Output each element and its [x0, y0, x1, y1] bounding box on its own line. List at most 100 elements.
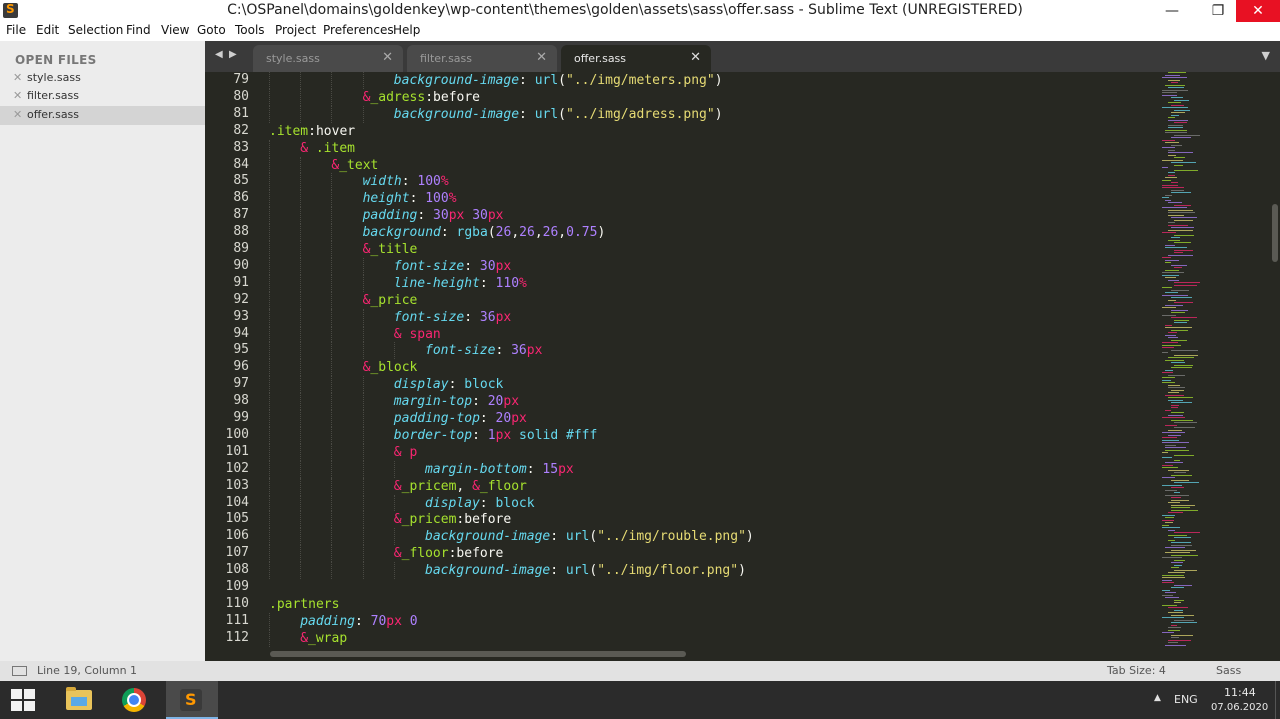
code-token: :	[464, 258, 480, 274]
minimap-line	[1171, 634, 1193, 636]
code-line[interactable]: background: rgba(26,26,26,0.75)	[363, 224, 606, 241]
menu-goto[interactable]: Goto	[197, 23, 226, 37]
close-button[interactable]: ✕	[1236, 0, 1280, 22]
minimap-line	[1162, 379, 1171, 381]
minimap-line	[1168, 279, 1179, 281]
syntax-mode[interactable]: Sass	[1216, 664, 1241, 677]
maximize-button[interactable]: ❐	[1196, 0, 1240, 22]
code-line[interactable]: background-image: url("../img/floor.png"…	[425, 562, 746, 579]
code-line[interactable]: background-image: url("../img/adress.png…	[394, 106, 723, 123]
minimap-line	[1171, 162, 1196, 163]
code-line[interactable]: padding-top: 20px	[394, 410, 527, 427]
code-line[interactable]: padding: 30px 30px	[363, 207, 504, 224]
tab-dropdown-icon[interactable]: ▼	[1262, 49, 1270, 62]
code-line[interactable]: &_text	[331, 157, 378, 174]
indent-guide	[300, 190, 302, 208]
code-line[interactable]: font-size: 36px	[425, 342, 542, 359]
code-line[interactable]: height: 100%	[363, 190, 457, 207]
minimap-line	[1162, 184, 1178, 186]
tab-offer-sass[interactable]: offer.sass ✕	[561, 45, 711, 72]
code-line[interactable]: display: block	[425, 495, 535, 512]
clock-time[interactable]: 11:44	[1224, 686, 1256, 699]
code-token: (	[558, 106, 566, 122]
menu-edit[interactable]: Edit	[36, 23, 59, 37]
minimap-line	[1174, 569, 1197, 571]
minimap-line	[1162, 314, 1176, 316]
horizontal-scrollbar[interactable]	[270, 651, 686, 657]
vertical-scrollbar[interactable]	[1272, 204, 1278, 262]
code-line[interactable]: border-top: 1px solid #fff	[394, 427, 598, 444]
tab-size[interactable]: Tab Size: 4	[1107, 664, 1166, 677]
code-line[interactable]: display: block	[394, 376, 504, 393]
input-language[interactable]: ENG	[1174, 693, 1198, 706]
close-icon[interactable]: ✕	[13, 89, 22, 102]
minimap[interactable]	[1160, 72, 1270, 652]
menu-view[interactable]: View	[161, 23, 189, 37]
tab-close-icon[interactable]: ✕	[690, 50, 701, 65]
code-line[interactable]: &_wrap	[300, 630, 347, 647]
code-line[interactable]: & span	[394, 326, 441, 343]
code-line[interactable]: &_floor:before	[394, 545, 504, 562]
clock-date[interactable]: 07.06.2020	[1211, 702, 1268, 713]
chrome-taskbar-button[interactable]	[109, 681, 157, 719]
code-line[interactable]: &_title	[363, 241, 418, 258]
line-number: 87	[233, 207, 249, 223]
sublime-taskbar-button[interactable]	[166, 681, 218, 719]
menu-tools[interactable]: Tools	[235, 23, 265, 37]
tab-close-icon[interactable]: ✕	[536, 50, 547, 65]
code-line[interactable]: padding: 70px 0	[300, 613, 417, 630]
code-line[interactable]: &_adress:before	[363, 89, 480, 106]
menu-find[interactable]: Find	[126, 23, 151, 37]
code-line[interactable]: &_price	[363, 292, 418, 309]
code-line[interactable]: margin-top: 20px	[394, 393, 519, 410]
code-line[interactable]: .item:hover	[269, 123, 355, 140]
open-file-offer[interactable]: ✕ offer.sass	[0, 106, 205, 125]
code-line[interactable]: &_pricem, &_floor	[394, 478, 527, 495]
code-line[interactable]: background-image: url("../img/meters.png…	[394, 72, 723, 89]
tray-expand-icon[interactable]: ▲	[1154, 693, 1161, 703]
code-line[interactable]: margin-bottom: 15px	[425, 461, 574, 478]
open-file-filter[interactable]: ✕ filter.sass	[0, 87, 205, 106]
menu-selection[interactable]: Selection	[68, 23, 123, 37]
code-line[interactable]: & p	[394, 444, 417, 461]
code-line[interactable]: &_block	[363, 359, 418, 376]
code-line[interactable]: &_pricem:before	[394, 511, 511, 528]
code-line[interactable]: & .item	[300, 140, 355, 157]
code-editor[interactable]: 79 80 81 82 83 84 85 86 87 88 89 90 91 92 93 94 95 96 97 98…	[205, 72, 1280, 661]
code-token: px	[495, 258, 512, 274]
menu-help[interactable]: Help	[393, 23, 420, 37]
minimap-line	[1171, 479, 1189, 481]
menu-project[interactable]: Project	[275, 23, 316, 37]
menu-file[interactable]: File	[6, 23, 26, 37]
code-token: _wrap	[308, 630, 348, 646]
code-line[interactable]: .partners	[269, 596, 339, 613]
tab-style-sass[interactable]: style.sass ✕	[253, 45, 403, 72]
minimap-line	[1165, 494, 1189, 496]
minimize-button[interactable]: —	[1150, 0, 1194, 22]
code-line[interactable]: background-image: url("../img/rouble.png…	[425, 528, 754, 545]
open-file-style[interactable]: ✕ style.sass	[0, 69, 205, 88]
tab-filter-sass[interactable]: filter.sass ✕	[407, 45, 557, 72]
minimap-line	[1168, 127, 1183, 128]
code-line[interactable]: font-size: 30px	[394, 258, 511, 275]
explorer-taskbar-button[interactable]	[54, 681, 102, 719]
close-icon[interactable]: ✕	[13, 108, 22, 121]
code-token: _pricem	[401, 512, 457, 528]
code-line[interactable]: width: 100%	[363, 173, 449, 190]
minimap-line	[1171, 329, 1188, 331]
start-button[interactable]	[0, 681, 48, 719]
code-line[interactable]: font-size: 36px	[394, 309, 511, 326]
code-token: "../img/floor.png"	[597, 563, 739, 579]
minimap-line	[1174, 427, 1195, 428]
code-line[interactable]: line-height: 110%	[394, 275, 527, 292]
close-icon[interactable]: ✕	[13, 71, 22, 84]
tab-close-icon[interactable]: ✕	[382, 50, 393, 65]
panel-toggle-icon[interactable]	[12, 666, 27, 676]
show-desktop-button[interactable]	[1275, 681, 1280, 719]
indent-guide	[300, 443, 302, 461]
tab-prev-icon[interactable]: ◀	[215, 49, 223, 60]
menu-preferences[interactable]: Preferences	[323, 23, 394, 37]
tab-next-icon[interactable]: ▶	[229, 49, 237, 60]
code-area[interactable]: background-image: url("../img/meters.png…	[269, 72, 1149, 661]
